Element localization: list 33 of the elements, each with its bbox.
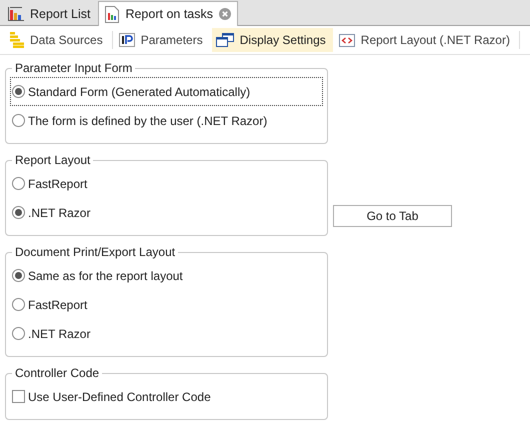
radio-button[interactable]	[12, 177, 25, 190]
toolbar-tab[interactable]: Display Settings	[212, 28, 333, 52]
tab[interactable]: Report List	[2, 2, 96, 25]
parameter-icon	[118, 33, 135, 47]
group-title: Controller Code	[14, 366, 100, 380]
option-label[interactable]: FastReport	[28, 176, 88, 190]
option-label[interactable]: .NET Razor	[28, 206, 90, 220]
chart-list-icon	[8, 6, 24, 22]
radio-button[interactable]	[12, 85, 25, 98]
option-label[interactable]: Use User-Defined Controller Code	[28, 390, 211, 404]
checkbox[interactable]	[12, 390, 25, 403]
option-label[interactable]: Same as for the report layout	[28, 268, 183, 282]
report-chart-icon	[105, 6, 120, 22]
toolbar-tab[interactable]: Report Layout (.NET Razor)	[334, 28, 517, 52]
group-title: Report Layout	[14, 153, 92, 167]
option-label[interactable]: The form is defined by the user (.NET Razor)	[28, 114, 268, 128]
radio-button[interactable]	[12, 114, 25, 127]
radio-button[interactable]	[12, 298, 25, 311]
option-label[interactable]: .NET Razor	[28, 326, 90, 340]
close-icon[interactable]	[219, 8, 231, 20]
toolbar-tab[interactable]: Data Sources	[6, 28, 110, 52]
stacked-bars-icon	[10, 32, 24, 48]
tab[interactable]: Report on tasks	[98, 1, 238, 26]
toolbar-tab[interactable]: Parameters	[114, 28, 210, 52]
windows-icon	[216, 33, 234, 47]
radio-button[interactable]	[12, 269, 25, 282]
radio-button[interactable]	[12, 327, 25, 340]
option-label[interactable]: FastReport	[28, 298, 88, 312]
group-title: Parameter Input Form	[14, 61, 134, 75]
radio-button[interactable]	[12, 206, 25, 219]
group-title: Document Print/Export Layout	[14, 245, 176, 259]
go-to-tab-button[interactable]: Go to Tab	[333, 205, 452, 227]
code-tag-icon	[338, 34, 355, 46]
